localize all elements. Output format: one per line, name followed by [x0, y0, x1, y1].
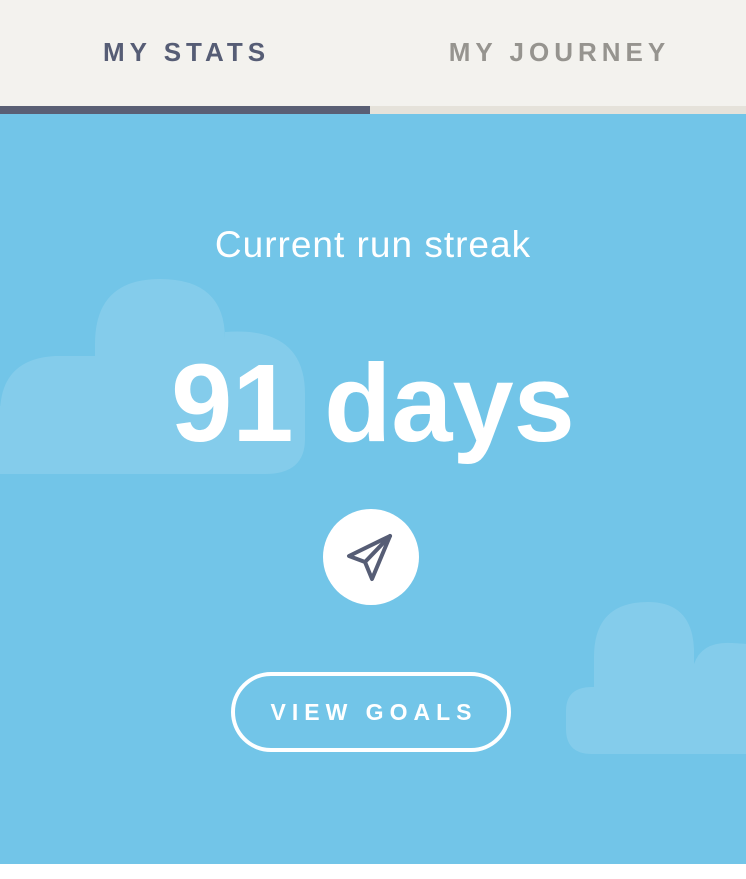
tab-bar: MY STATS MY JOURNEY: [0, 0, 746, 114]
view-goals-button[interactable]: VIEW GOALS: [231, 672, 511, 752]
tab-inactive-indicator: [370, 106, 746, 114]
paper-plane-icon: [347, 534, 392, 581]
share-button[interactable]: [323, 509, 419, 605]
tab-my-journey[interactable]: MY JOURNEY: [370, 0, 746, 114]
tab-my-stats-label: MY STATS: [102, 36, 271, 67]
stats-panel: Current run streak 91 days VIEW GOALS: [0, 114, 746, 864]
tab-my-journey-label: MY JOURNEY: [448, 36, 671, 67]
tab-active-indicator: [0, 106, 370, 114]
streak-label: Current run streak: [214, 224, 532, 265]
tab-my-stats[interactable]: MY STATS: [0, 0, 373, 114]
cloud-decoration-right: [566, 602, 746, 754]
view-goals-label: VIEW GOALS: [270, 698, 478, 725]
streak-value: 91 days: [171, 342, 575, 465]
